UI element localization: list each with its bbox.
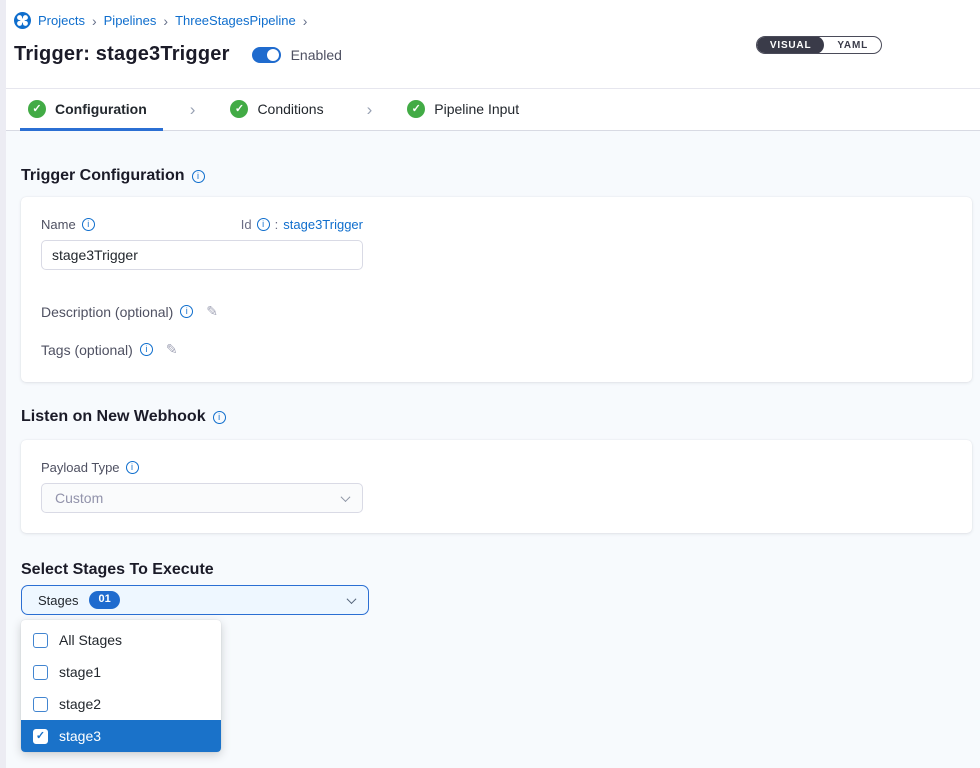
stages-multiselect[interactable]: Stages 01 [21, 585, 369, 615]
tab-conditions[interactable]: Conditions [222, 89, 339, 131]
info-icon[interactable] [140, 343, 153, 356]
trigger-configuration-card: Name Id : stage3Trigger Description (opt… [21, 197, 972, 382]
select-stages-heading: Select Stages To Execute [21, 561, 972, 579]
option-label: stage3 [59, 728, 101, 744]
selected-count-badge: 01 [89, 591, 119, 608]
id-value-link[interactable]: stage3Trigger [283, 217, 363, 232]
webhook-card: Payload Type Custom [21, 440, 972, 533]
breadcrumb-link-projects[interactable]: Projects [38, 13, 85, 28]
id-label: Id [241, 217, 252, 232]
label-text: Payload Type [41, 460, 120, 475]
tags-row: Tags (optional) [41, 341, 952, 358]
tags-label: Tags (optional) [41, 342, 133, 358]
payload-type-label: Payload Type [41, 460, 952, 475]
webhook-heading: Listen on New Webhook [21, 408, 972, 426]
option-label: stage1 [59, 664, 101, 680]
main-content: Trigger Configuration Name Id : stage3Tr… [0, 131, 980, 768]
collapsed-sidebar-edge [0, 0, 6, 768]
trigger-name-input[interactable] [41, 240, 363, 270]
harness-logo-icon [14, 12, 31, 29]
chevron-right-icon [163, 89, 223, 130]
option-stage1[interactable]: stage1 [21, 656, 221, 688]
breadcrumb-separator [92, 13, 97, 29]
label-text: Name [41, 217, 76, 232]
option-all-stages[interactable]: All Stages [21, 624, 221, 656]
heading-text: Trigger Configuration [21, 167, 185, 185]
check-circle-icon [407, 100, 425, 118]
page-header: Projects Pipelines ThreeStagesPipeline T… [0, 0, 980, 88]
info-icon[interactable] [213, 411, 226, 424]
option-stage2[interactable]: stage2 [21, 688, 221, 720]
wizard-tab-bar: Configuration Conditions Pipeline Input [0, 88, 980, 131]
check-circle-icon [230, 100, 248, 118]
payload-type-select[interactable]: Custom [41, 483, 363, 513]
option-label: stage2 [59, 696, 101, 712]
chevron-wrap [348, 597, 355, 604]
tab-configuration[interactable]: Configuration [20, 89, 163, 131]
checkbox-checked-icon[interactable] [33, 729, 48, 744]
info-icon[interactable] [192, 170, 205, 183]
tab-pipeline-input[interactable]: Pipeline Input [399, 89, 535, 131]
breadcrumb-separator [163, 13, 168, 29]
info-icon[interactable] [257, 218, 270, 231]
edit-description-icon[interactable] [206, 303, 218, 320]
id-group: Id : stage3Trigger [241, 217, 363, 232]
stages-dropdown-menu: All Stages stage1 stage2 stage3 [21, 620, 221, 752]
option-label: All Stages [59, 632, 122, 648]
checkbox-unchecked-icon[interactable] [33, 633, 48, 648]
info-icon[interactable] [82, 218, 95, 231]
description-label: Description (optional) [41, 304, 173, 320]
tab-label: Pipeline Input [434, 101, 519, 117]
tab-label: Configuration [55, 101, 147, 117]
info-icon[interactable] [126, 461, 139, 474]
heading-text: Listen on New Webhook [21, 408, 206, 426]
visual-toggle-button[interactable]: VISUAL [757, 36, 824, 54]
name-label-row: Name Id : stage3Trigger [41, 217, 363, 232]
chevron-down-icon [347, 594, 357, 604]
checkbox-unchecked-icon[interactable] [33, 665, 48, 680]
payload-type-value: Custom [55, 490, 103, 506]
page-title: Trigger: stage3Trigger [14, 43, 230, 66]
info-icon[interactable] [180, 305, 193, 318]
stages-select-label: Stages [38, 593, 78, 608]
id-separator: : [275, 217, 279, 232]
enabled-toggle-label: Enabled [291, 47, 342, 63]
name-label: Name [41, 217, 95, 232]
description-row: Description (optional) [41, 303, 952, 320]
chevron-right-icon [340, 89, 400, 130]
trigger-configuration-heading: Trigger Configuration [21, 131, 972, 185]
enabled-toggle[interactable] [252, 47, 281, 63]
breadcrumb: Projects Pipelines ThreeStagesPipeline [14, 12, 964, 29]
yaml-toggle-button[interactable]: YAML [824, 36, 881, 54]
heading-text: Select Stages To Execute [21, 561, 214, 579]
visual-yaml-toggle: VISUAL YAML [756, 36, 882, 54]
breadcrumb-link-pipeline-name[interactable]: ThreeStagesPipeline [175, 13, 296, 28]
chevron-down-icon [341, 492, 351, 502]
check-circle-icon [28, 100, 46, 118]
option-stage3[interactable]: stage3 [21, 720, 221, 752]
tab-label: Conditions [257, 101, 323, 117]
edit-tags-icon[interactable] [166, 341, 178, 358]
breadcrumb-separator [303, 13, 308, 29]
breadcrumb-link-pipelines[interactable]: Pipelines [104, 13, 157, 28]
checkbox-unchecked-icon[interactable] [33, 697, 48, 712]
